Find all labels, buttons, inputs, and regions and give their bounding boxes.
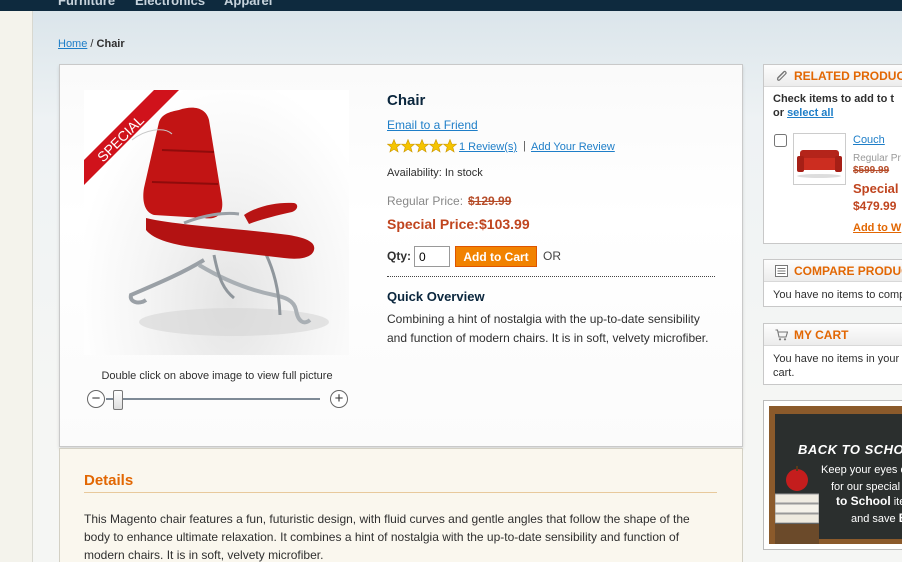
top-navigation: Furniture Electronics Apparel <box>0 0 902 11</box>
compare-header: COMPARE PRODUC <box>764 260 902 282</box>
add-review-link[interactable]: Add Your Review <box>531 141 615 153</box>
cart-empty-line-1: You have no items in your s <box>773 353 902 365</box>
plus-icon: + <box>334 390 344 407</box>
divider <box>387 276 715 277</box>
regular-price-value: $129.99 <box>468 194 512 208</box>
add-to-cart-button[interactable]: Add to Cart <box>455 246 537 267</box>
related-products-header: RELATED PRODUCTS <box>764 65 902 87</box>
rating-stars <box>387 139 457 153</box>
compare-products-block: COMPARE PRODUC You have no items to comp <box>763 259 902 307</box>
breadcrumb-current: Chair <box>96 38 125 50</box>
special-price-value: $103.99 <box>479 216 530 232</box>
details-text: This Magento chair features a fun, futur… <box>84 512 690 562</box>
nav-item-furniture[interactable]: Furniture <box>58 0 115 8</box>
mini-cart-block: MY CART You have no items in your s cart… <box>763 323 902 385</box>
quick-overview-title: Quick Overview <box>387 289 485 304</box>
image-hint-text: Double click on above image to view full… <box>101 370 333 382</box>
compare-title: COMPARE PRODUC <box>794 264 902 278</box>
breadcrumb-separator: / <box>90 38 94 50</box>
promo-line-1: Keep your eyes o <box>821 464 902 476</box>
quick-overview-text: Combining a hint of nostalgia with the u… <box>387 312 709 345</box>
left-margin-strip <box>0 10 33 562</box>
related-special-price: $479.99 <box>853 199 897 213</box>
zoom-slider-track[interactable] <box>106 398 320 400</box>
nav-item-apparel[interactable]: Apparel <box>224 0 272 8</box>
related-or-text: or <box>773 107 784 119</box>
details-title: Details <box>84 472 134 489</box>
promo-line-2: for our special B <box>831 481 902 493</box>
promo-line-4: and save B <box>851 511 902 525</box>
special-price-label: Special Price: <box>387 216 479 232</box>
zoom-in-button[interactable]: + <box>330 390 348 408</box>
special-ribbon-text: SPECIAL <box>94 112 147 165</box>
cart-empty-text: You have no items in your s cart. <box>764 346 902 384</box>
related-regular-price: $599.99 <box>853 165 890 176</box>
promo-frame: BACK TO SCHO Keep your eyes o for our sp… <box>769 406 902 544</box>
email-friend-link[interactable]: Email to a Friend <box>387 118 478 132</box>
related-item-name-link[interactable]: Couch <box>853 134 885 146</box>
cart-icon <box>775 329 788 341</box>
related-products-block: RELATED PRODUCTS Check items to add to t… <box>763 64 902 244</box>
star-icon <box>387 139 402 153</box>
product-image[interactable]: SPECIAL <box>84 90 349 355</box>
related-special-label: Special <box>853 181 899 196</box>
couch-thumbnail[interactable] <box>793 133 846 185</box>
related-select-row: or select all <box>773 107 834 119</box>
review-separator: | <box>523 140 526 152</box>
zoom-out-button[interactable]: − <box>87 390 105 408</box>
breadcrumb: Home / Chair <box>58 38 125 50</box>
couch-image <box>797 150 842 178</box>
nav-item-electronics[interactable]: Electronics <box>135 0 205 8</box>
paperclip-icon <box>777 70 787 81</box>
reviews-count-link[interactable]: 1 Review(s) <box>459 141 517 153</box>
minus-icon: − <box>91 390 101 407</box>
or-text: OR <box>543 249 561 263</box>
star-icon <box>400 139 416 153</box>
related-check-text: Check items to add to t <box>773 93 895 105</box>
related-regular-label: Regular Pr <box>853 153 901 164</box>
breadcrumb-home-link[interactable]: Home <box>58 38 87 50</box>
promo-heading: BACK TO SCHO <box>798 442 902 457</box>
qty-input[interactable] <box>414 246 450 267</box>
cart-header: MY CART <box>764 324 902 346</box>
regular-price-label: Regular Price: <box>387 194 464 208</box>
qty-label: Qty: <box>387 249 411 263</box>
star-icon <box>414 139 430 153</box>
promo-line-3: to School ite <box>836 494 902 508</box>
compare-icon <box>775 265 788 277</box>
zoom-slider-handle[interactable] <box>113 390 124 410</box>
promo-banner[interactable]: BACK TO SCHO Keep your eyes o for our sp… <box>763 400 902 550</box>
special-ribbon: SPECIAL <box>84 90 179 185</box>
related-item-checkbox[interactable] <box>774 134 787 147</box>
add-to-wishlist-link[interactable]: Add to W <box>853 222 901 234</box>
apple-books-image <box>775 466 819 544</box>
select-all-link[interactable]: select all <box>787 107 833 119</box>
cart-title: MY CART <box>794 328 849 342</box>
star-icon <box>442 139 457 153</box>
cart-empty-line-2: cart. <box>773 367 795 379</box>
product-name: Chair <box>387 92 426 109</box>
details-divider <box>84 492 717 493</box>
compare-empty-text: You have no items to comp <box>773 289 902 301</box>
star-icon <box>428 139 444 153</box>
related-products-title: RELATED PRODUCTS <box>794 69 902 83</box>
availability-status: Availability: In stock <box>387 167 483 179</box>
